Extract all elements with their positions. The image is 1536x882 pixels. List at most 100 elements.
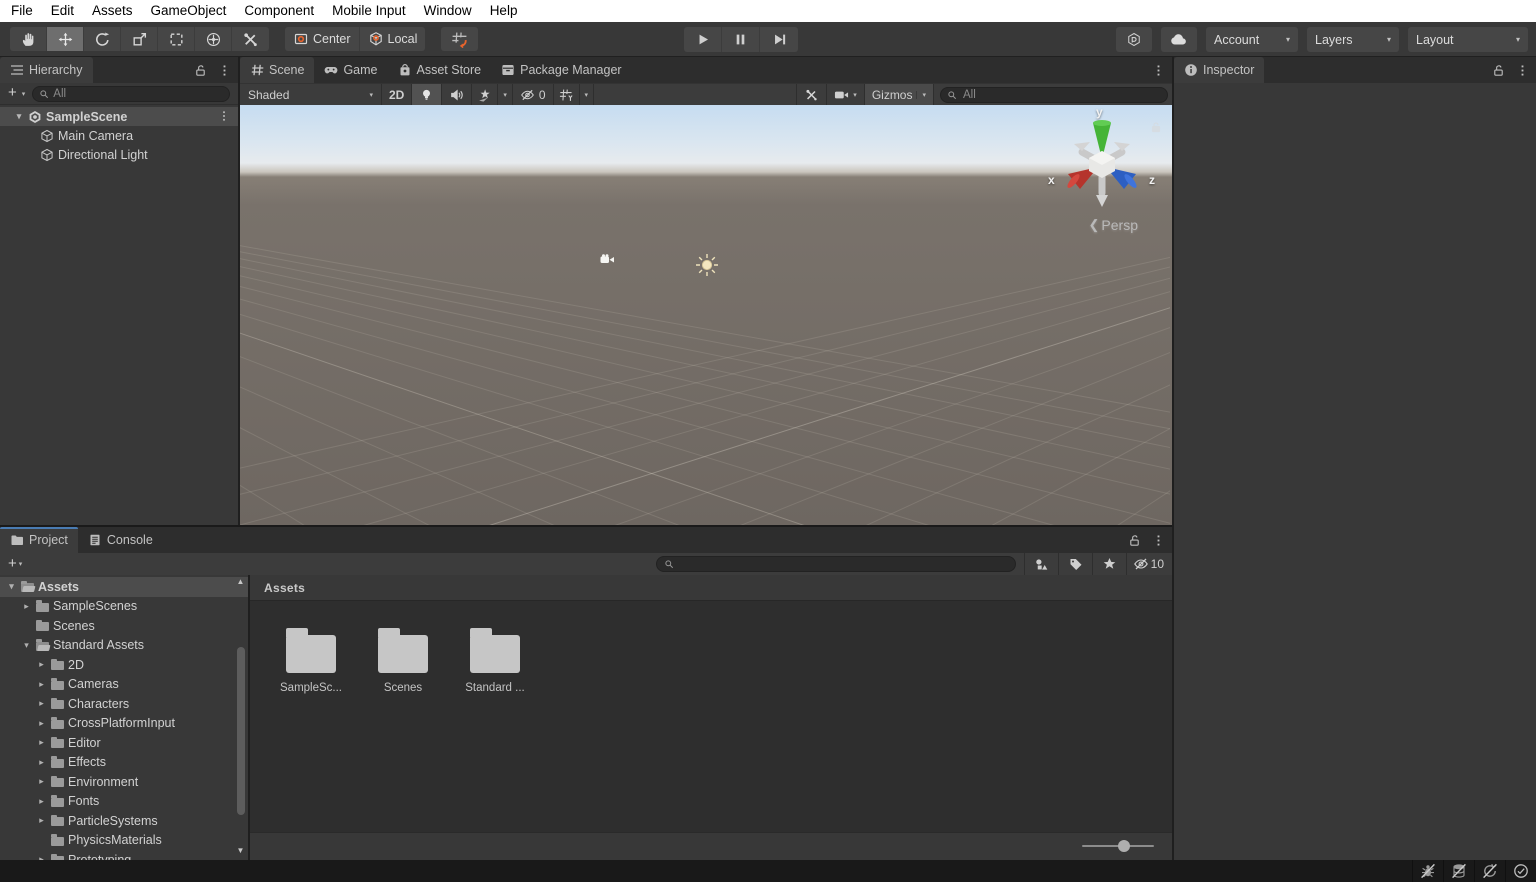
scene-search[interactable] [940,87,1168,103]
projection-toggle[interactable]: ❮ Persp [1089,217,1138,233]
cloud-services-button[interactable] [1161,27,1197,52]
scene-effects-dropdown[interactable]: ▾ [498,83,513,106]
expand-arrow-icon[interactable]: ▸ [36,757,47,768]
menu-file[interactable]: File [2,0,42,22]
axis-x-label[interactable]: x [1048,173,1055,187]
expand-arrow-icon[interactable]: ▸ [36,679,47,690]
tree-item-particlesystems[interactable]: ▸ ParticleSystems [0,811,248,831]
expand-arrow-icon[interactable]: ▸ [36,659,47,670]
scene-menu-icon[interactable] [218,110,230,122]
tab-hierarchy[interactable]: Hierarchy [0,57,93,83]
pause-button[interactable] [722,27,760,52]
tab-package-manager[interactable]: Package Manager [491,57,631,83]
menu-help[interactable]: Help [481,0,527,22]
hierarchy-item-samplescene[interactable]: ▾ SampleScene [0,107,238,126]
scene-viewport[interactable]: y x z ❮ Persp [240,105,1172,525]
scene-search-input[interactable] [961,88,1161,102]
tab-project[interactable]: Project [0,527,78,553]
search-by-type-button[interactable] [1023,553,1058,575]
step-button[interactable] [760,27,798,52]
panel-menu-icon[interactable] [1514,62,1530,78]
tree-item-environment[interactable]: ▸ Environment [0,772,248,792]
scrollbar-thumb[interactable] [236,647,245,815]
scale-tool-button[interactable] [121,27,158,51]
gizmos-dropdown[interactable]: Gizmos ▾ [864,84,934,106]
menu-component[interactable]: Component [235,0,323,22]
create-button[interactable]: + [4,84,19,103]
hidden-packages-button[interactable]: 10 [1125,553,1172,575]
collapse-arrow-icon[interactable]: ▾ [21,640,32,651]
lock-icon[interactable] [192,62,208,78]
play-button[interactable] [684,27,722,52]
shading-mode-dropdown[interactable]: Shaded ▾ [240,83,382,106]
tree-item-cameras[interactable]: ▸ Cameras [0,675,248,695]
project-search-input[interactable] [677,557,1008,571]
collapse-arrow-icon[interactable]: ▾ [6,581,17,592]
scroll-down-icon[interactable]: ▼ [237,844,245,858]
rect-tool-button[interactable] [158,27,195,51]
status-ok-icon[interactable] [1505,860,1536,882]
panel-menu-icon[interactable] [216,62,232,78]
version-control-button[interactable] [1116,27,1152,52]
tree-item-effects[interactable]: ▸ Effects [0,753,248,773]
directional-light-gizmo-icon[interactable] [695,253,719,280]
tree-item-2d[interactable]: ▸ 2D [0,655,248,675]
tab-scene[interactable]: Scene [240,57,315,83]
tree-item-crossplatforminput[interactable]: ▸ CrossPlatformInput [0,714,248,734]
menu-window[interactable]: Window [415,0,481,22]
grid-snapping-button[interactable] [441,27,479,51]
axis-z-label[interactable]: z [1149,173,1155,187]
tree-scrollbar[interactable]: ▲ ▼ [233,575,248,860]
scene-camera-dropdown[interactable]: ▾ [827,84,865,106]
scene-lighting-button[interactable] [412,83,443,106]
panel-menu-icon[interactable] [1150,532,1166,548]
favorites-button[interactable] [1091,553,1126,575]
tree-item-samplescenes[interactable]: ▸ SampleScenes [0,597,248,617]
scroll-up-icon[interactable]: ▲ [237,575,245,589]
hierarchy-search[interactable] [32,85,230,102]
menu-assets[interactable]: Assets [83,0,142,22]
menu-gameobject[interactable]: GameObject [142,0,236,22]
pan-tool-button[interactable] [10,27,47,51]
expand-arrow-icon[interactable]: ▸ [36,796,47,807]
asset-folder-standard[interactable]: Standard ... [462,625,528,694]
lock-icon[interactable] [1490,62,1506,78]
tab-asset-store[interactable]: Asset Store [388,57,492,83]
rotate-tool-button[interactable] [84,27,121,51]
create-button[interactable]: + [4,555,19,574]
tab-game[interactable]: Game [314,57,387,83]
create-dropdown-icon[interactable]: ▾ [22,90,26,98]
lock-icon[interactable] [1126,532,1142,548]
tree-item-editor[interactable]: ▸ Editor [0,733,248,753]
hierarchy-item-directional-light[interactable]: Directional Light [0,145,238,164]
asset-folder-scenes[interactable]: Scenes [370,625,436,694]
expand-arrow-icon[interactable]: ▸ [36,737,47,748]
tree-item-assets[interactable]: ▾ Assets [0,577,248,597]
cache-server-disabled-icon[interactable] [1443,860,1474,882]
expand-arrow-icon[interactable]: ▸ [36,854,47,860]
debugger-detached-icon[interactable] [1412,860,1443,882]
tree-item-standard-assets[interactable]: ▾ Standard Assets [0,636,248,656]
pivot-center-button[interactable]: Center [285,27,360,51]
menu-mobile-input[interactable]: Mobile Input [323,0,415,22]
tree-item-characters[interactable]: ▸ Characters [0,694,248,714]
project-search[interactable] [655,556,1016,572]
layout-dropdown[interactable]: Layout ▾ [1408,27,1528,52]
hierarchy-item-main-camera[interactable]: Main Camera [0,126,238,145]
scene-audio-button[interactable] [442,83,473,106]
2d-toggle-button[interactable]: 2D [382,83,413,106]
tree-item-fonts[interactable]: ▸ Fonts [0,792,248,812]
hidden-objects-button[interactable]: 0 [513,83,554,106]
expand-arrow-icon[interactable]: ▸ [36,815,47,826]
expand-arrow-icon[interactable]: ▸ [21,601,32,612]
tree-item-physicsmaterials[interactable]: PhysicsMaterials [0,831,248,851]
slider-thumb[interactable] [1118,840,1130,852]
camera-gizmo-icon[interactable] [600,254,615,268]
thumbnail-size-slider[interactable] [1082,840,1154,852]
create-dropdown-icon[interactable]: ▾ [19,560,23,568]
grid-visibility-button[interactable] [554,83,580,106]
scene-camera-settings-button[interactable] [796,84,828,106]
expand-arrow-icon[interactable]: ▸ [36,718,47,729]
gizmo-lock-icon[interactable] [1150,121,1162,136]
asset-folder-samplesc[interactable]: SampleSc... [278,625,344,694]
